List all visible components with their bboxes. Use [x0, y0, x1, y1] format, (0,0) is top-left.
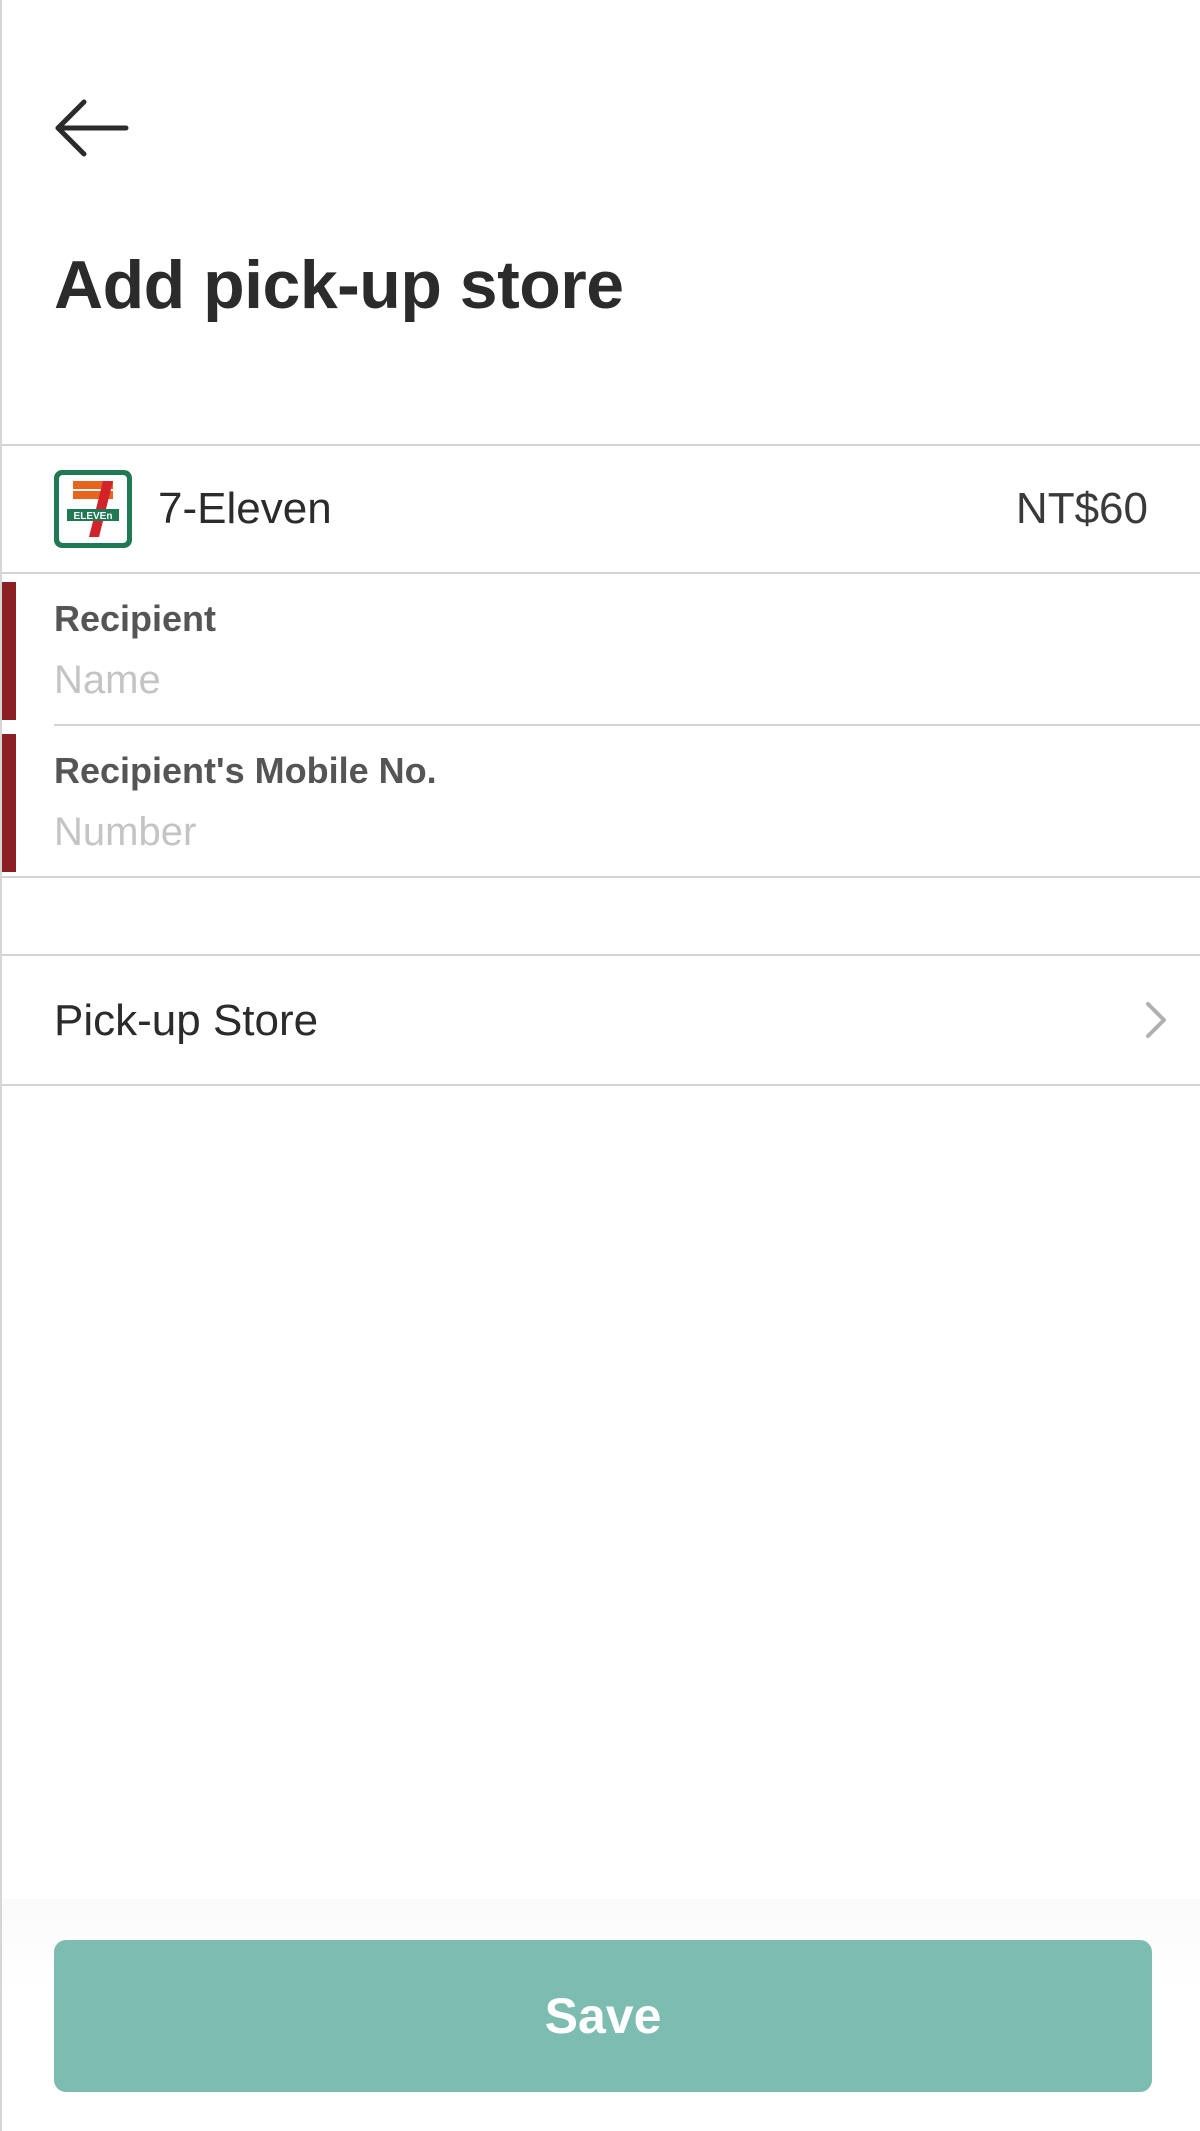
mobile-field: Recipient's Mobile No.	[2, 728, 1200, 878]
pickup-store-label: Pick-up Store	[54, 996, 319, 1045]
shipping-price: NT$60	[1015, 484, 1148, 533]
page-title: Add pick-up store	[54, 247, 624, 323]
arrow-left-icon	[55, 99, 129, 157]
pickup-store-row[interactable]: Pick-up Store	[2, 956, 1200, 1084]
back-button[interactable]	[54, 96, 130, 160]
carrier-row: ELEVEn 7-Eleven NT$60	[2, 446, 1200, 572]
mobile-label: Recipient's Mobile No.	[54, 750, 437, 791]
divider	[2, 1084, 1200, 1086]
divider	[2, 876, 1200, 878]
chevron-right-icon	[1146, 1002, 1166, 1038]
error-indicator	[2, 734, 16, 872]
save-button[interactable]: Save	[54, 1940, 1152, 2092]
divider	[2, 572, 1200, 574]
recipient-field: Recipient	[2, 576, 1200, 726]
divider	[54, 724, 1200, 726]
seven-eleven-logo-icon: ELEVEn	[54, 470, 132, 548]
mobile-number-input[interactable]	[54, 804, 1134, 860]
recipient-label: Recipient	[54, 598, 217, 639]
carrier-name: 7-Eleven	[158, 484, 332, 533]
recipient-name-input[interactable]	[54, 652, 1134, 708]
svg-text:ELEVEn: ELEVEn	[74, 511, 113, 522]
error-indicator	[2, 582, 16, 720]
add-pickup-store-screen: Add pick-up store ELEVEn 7-Eleven NT$60 …	[0, 0, 1200, 2131]
